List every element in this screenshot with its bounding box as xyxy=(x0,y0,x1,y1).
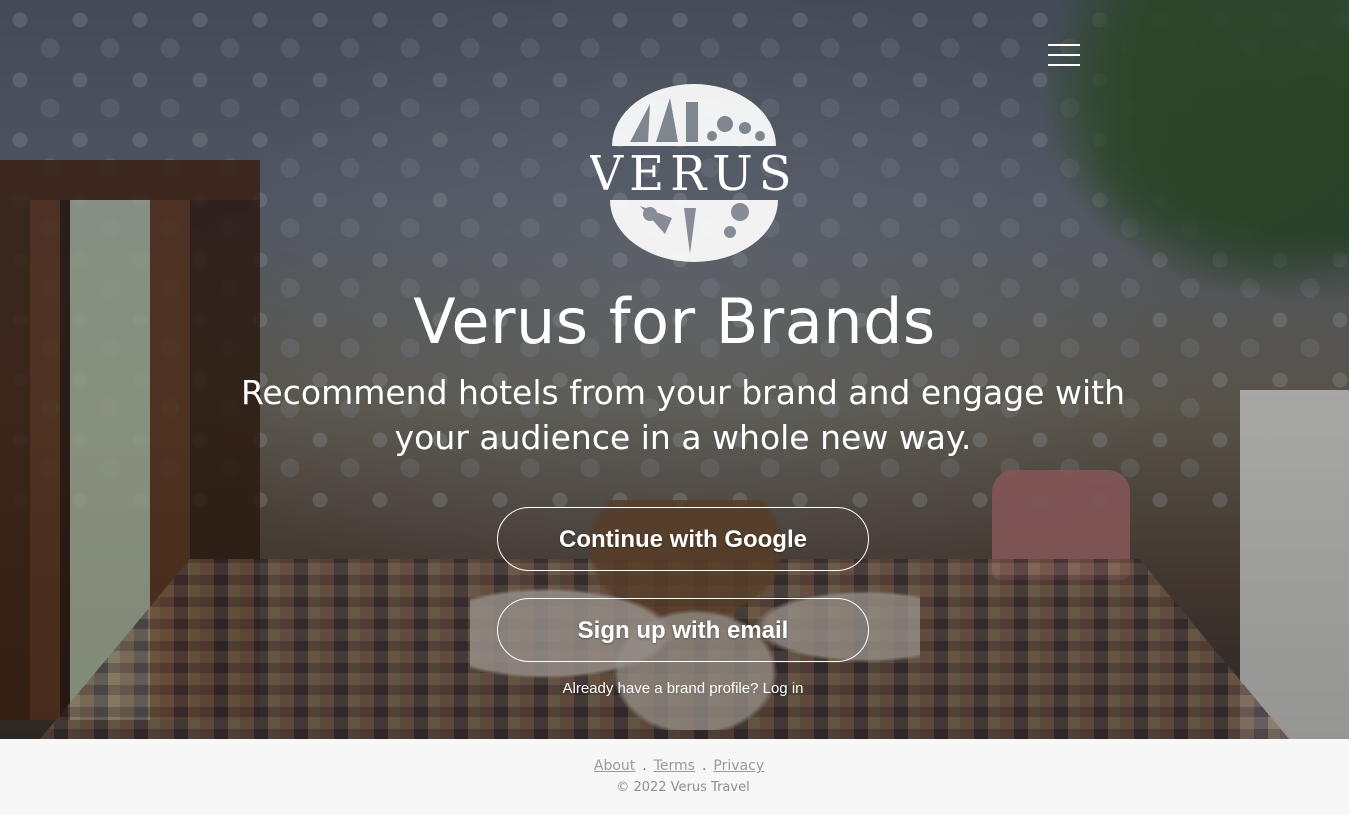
sign-up-with-email-button[interactable]: Sign up with email xyxy=(497,598,869,662)
copyright-text: © 2022 Verus Travel xyxy=(616,780,750,795)
verus-logo: VERUS xyxy=(590,84,796,262)
footer-link-terms[interactable]: Terms xyxy=(654,758,695,774)
footer-links: About. Terms. Privacy xyxy=(0,758,1349,774)
footer: About. Terms. Privacy © 2022 Verus Travel xyxy=(0,739,1349,815)
logo-wordmark: VERUS xyxy=(590,146,796,202)
page-subtitle: Recommend hotels from your brand and eng… xyxy=(240,373,1125,457)
continue-with-google-button[interactable]: Continue with Google xyxy=(497,507,869,571)
footer-separator: . xyxy=(701,758,707,774)
hamburger-menu-icon[interactable] xyxy=(1048,42,1080,68)
login-prompt: Already have a brand profile? Log in xyxy=(0,680,1349,697)
page-title: Verus for Brands xyxy=(413,285,936,358)
login-prompt-text: Already have a brand profile? xyxy=(562,680,759,697)
login-link[interactable]: Log in xyxy=(763,680,804,697)
footer-link-about[interactable]: About xyxy=(594,758,635,774)
hero-section: VERUS Verus for Brands Recommend hotels … xyxy=(0,0,1349,739)
footer-link-privacy[interactable]: Privacy xyxy=(713,758,764,774)
footer-separator: . xyxy=(642,758,647,774)
